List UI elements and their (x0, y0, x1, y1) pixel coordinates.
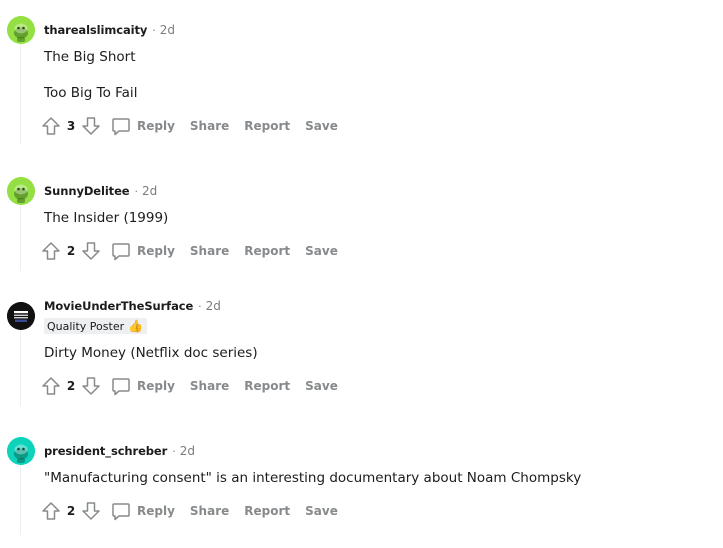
save-button[interactable]: Save (305, 379, 338, 393)
reply-button[interactable]: Reply (110, 240, 175, 262)
snoo-green-avatar-icon[interactable] (7, 177, 35, 205)
downvote-arrow-icon[interactable] (80, 240, 102, 262)
flair-text: Quality Poster (47, 319, 125, 333)
report-button[interactable]: Report (244, 244, 290, 258)
comment-text: The Insider (1999) (44, 210, 169, 226)
share-button[interactable]: Share (190, 504, 229, 518)
downvote-arrow-icon[interactable] (80, 375, 102, 397)
timestamp[interactable]: 2d (206, 299, 221, 313)
movies-under-the-surface-logo[interactable] (7, 302, 35, 330)
reply-button[interactable]: Reply (110, 375, 175, 397)
save-button[interactable]: Save (305, 119, 338, 133)
report-button[interactable]: Report (244, 379, 290, 393)
timestamp[interactable]: 2d (180, 444, 195, 458)
thumbs-up-emoji: 👍 (128, 319, 144, 333)
thread-line[interactable] (20, 465, 21, 535)
report-button[interactable]: Report (244, 504, 290, 518)
username[interactable]: MovieUnderTheSurface (44, 299, 193, 313)
vote-score: 3 (66, 119, 76, 133)
separator-dot: · (152, 23, 156, 37)
thread-line[interactable] (20, 330, 21, 406)
vote-score: 2 (66, 379, 76, 393)
share-button[interactable]: Share (190, 244, 229, 258)
comment-actions: 2 Reply Share Report Save (40, 239, 338, 263)
reply-button[interactable]: Reply (110, 500, 175, 522)
reply-label: Reply (137, 244, 175, 258)
upvote-arrow-icon[interactable] (40, 240, 62, 262)
reply-label: Reply (137, 504, 175, 518)
separator-dot: · (134, 184, 138, 198)
timestamp[interactable]: 2d (142, 184, 157, 198)
comment-bubble-icon (110, 500, 132, 522)
upvote-arrow-icon[interactable] (40, 375, 62, 397)
upvote-arrow-icon[interactable] (40, 500, 62, 522)
reply-label: Reply (137, 119, 175, 133)
reply-button[interactable]: Reply (110, 115, 175, 137)
comment-text: The Big Short (44, 49, 136, 65)
user-flair: Quality Poster 👍 (44, 318, 148, 334)
comment-actions: 2 Reply Share Report Save (40, 499, 338, 523)
downvote-arrow-icon[interactable] (80, 500, 102, 522)
report-button[interactable]: Report (244, 119, 290, 133)
comment-bubble-icon (110, 115, 132, 137)
separator-dot: · (172, 444, 176, 458)
comment-actions: 3 Reply Share Report Save (40, 114, 338, 138)
username[interactable]: president_schreber (44, 444, 167, 458)
save-button[interactable]: Save (305, 504, 338, 518)
comment-text: Dirty Money (Netflix doc series) (44, 345, 258, 361)
upvote-arrow-icon[interactable] (40, 115, 62, 137)
comment-text: Too Big To Fail (44, 85, 138, 101)
downvote-arrow-icon[interactable] (80, 115, 102, 137)
username[interactable]: tharealslimcaity (44, 23, 147, 37)
thread-line[interactable] (20, 205, 21, 271)
snoo-teal-avatar-icon[interactable] (7, 437, 35, 465)
thread-line[interactable] (20, 44, 21, 144)
share-button[interactable]: Share (190, 119, 229, 133)
separator-dot: · (198, 299, 202, 313)
vote-score: 2 (66, 244, 76, 258)
vote-score: 2 (66, 504, 76, 518)
username[interactable]: SunnyDelitee (44, 184, 130, 198)
comment-text: "Manufacturing consent" is an interestin… (44, 470, 582, 486)
share-button[interactable]: Share (190, 379, 229, 393)
comment-bubble-icon (110, 375, 132, 397)
save-button[interactable]: Save (305, 244, 338, 258)
comment-bubble-icon (110, 240, 132, 262)
timestamp[interactable]: 2d (160, 23, 175, 37)
snoo-green-avatar-icon[interactable] (7, 16, 35, 44)
comment-actions: 2 Reply Share Report Save (40, 374, 338, 398)
reply-label: Reply (137, 379, 175, 393)
